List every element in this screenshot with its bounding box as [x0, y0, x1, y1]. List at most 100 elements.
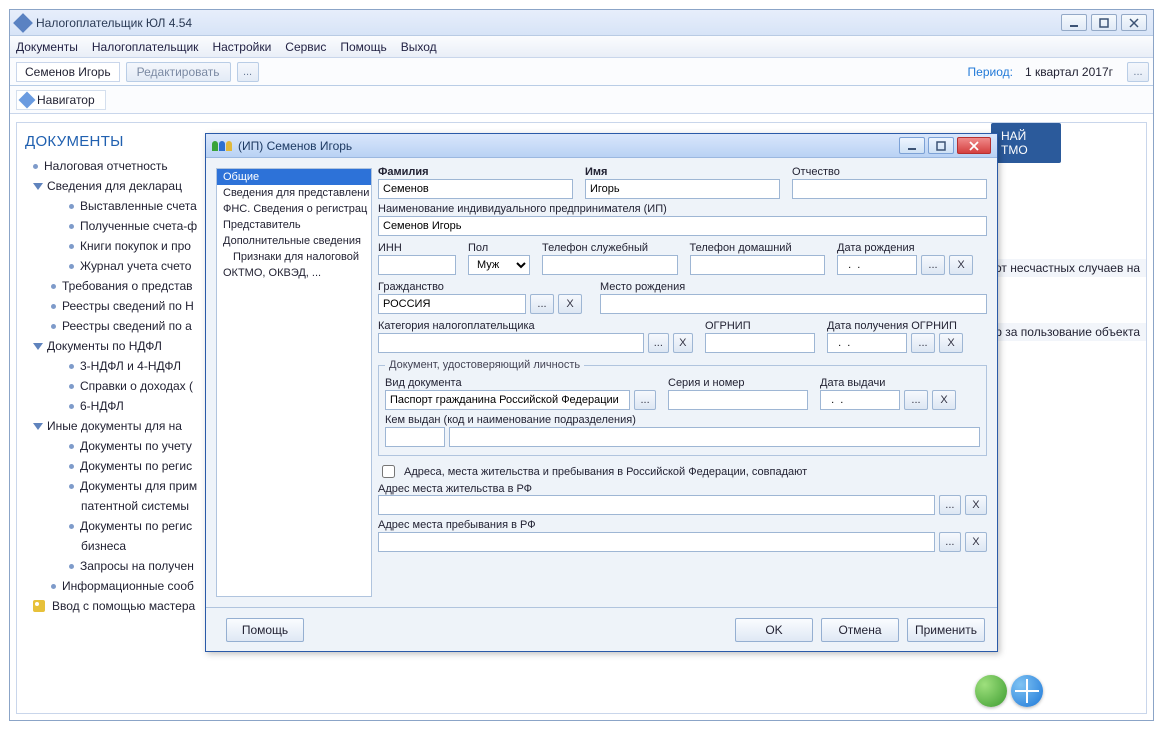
patronymic-field[interactable] [792, 179, 987, 199]
addr-live-pick-button[interactable]: ... [939, 495, 961, 515]
taxpayer-dialog: (ИП) Семенов Игорь Общие Сведения для пр… [205, 133, 998, 652]
doc-issuer-text-field[interactable] [449, 427, 980, 447]
addresses-same-checkbox[interactable] [382, 465, 395, 478]
doc-type-field[interactable] [385, 390, 630, 410]
label-addresses-same: Адреса, места жительства и пребывания в … [404, 466, 807, 478]
label-dob: Дата рождения [837, 242, 987, 254]
dialog-min-button[interactable] [899, 137, 925, 154]
surname-field[interactable] [378, 179, 573, 199]
doc-date-clear-button[interactable]: X [932, 390, 956, 410]
help-button[interactable]: Помощь [226, 618, 304, 642]
doc-date-field[interactable] [820, 390, 900, 410]
ogrnip-date-pick-button[interactable]: ... [911, 333, 935, 353]
navigator-button[interactable]: Навигатор [16, 90, 106, 110]
label-doc-sn: Серия и номер [668, 377, 808, 389]
phone-work-field[interactable] [542, 255, 678, 275]
dialog-tab-flags[interactable]: Признаки для налоговой [217, 249, 371, 265]
inn-field[interactable] [378, 255, 456, 275]
addr-live-field[interactable] [378, 495, 935, 515]
dialog-tab-extra[interactable]: Дополнительные сведения [217, 233, 371, 249]
dob-pick-button[interactable]: ... [921, 255, 945, 275]
windows-icon [1011, 675, 1043, 707]
birthplace-field[interactable] [600, 294, 987, 314]
category-field[interactable] [378, 333, 644, 353]
label-addr-stay: Адрес места пребывания в РФ [378, 519, 987, 531]
citizenship-pick-button[interactable]: ... [530, 294, 554, 314]
dialog-tab-general[interactable]: Общие [217, 169, 371, 185]
period-value: 1 квартал 2017г [1025, 65, 1113, 79]
addr-stay-clear-button[interactable]: X [965, 532, 987, 552]
label-citizenship: Гражданство [378, 281, 588, 293]
ogrnip-date-clear-button[interactable]: X [939, 333, 963, 353]
current-taxpayer: Семенов Игорь [16, 62, 120, 82]
phone-home-field[interactable] [690, 255, 826, 275]
citizenship-clear-button[interactable]: X [558, 294, 582, 314]
navigator-label: Навигатор [37, 93, 95, 107]
dialog-close-button[interactable] [957, 137, 991, 154]
ogrnip-field[interactable] [705, 333, 815, 353]
ip-name-field[interactable] [378, 216, 987, 236]
label-ogrnip-date: Дата получения ОГРНИП [827, 320, 987, 332]
menu-documents[interactable]: Документы [16, 40, 78, 54]
menu-settings[interactable]: Настройки [212, 40, 271, 54]
label-surname: Фамилия [378, 166, 573, 178]
dialog-tab-fns[interactable]: ФНС. Сведения о регистрац [217, 201, 371, 217]
app-title: Налогоплательщик ЮЛ 4.54 [36, 16, 1061, 30]
label-ogrnip: ОГРНИП [705, 320, 815, 332]
doc-date-pick-button[interactable]: ... [904, 390, 928, 410]
label-doc-date: Дата выдачи [820, 377, 980, 389]
label-birthplace: Место рождения [600, 281, 987, 293]
name-field[interactable] [585, 179, 780, 199]
category-pick-button[interactable]: ... [648, 333, 668, 353]
main-titlebar: Налогоплательщик ЮЛ 4.54 [10, 10, 1153, 36]
label-gender: Пол [468, 242, 530, 254]
label-phone-home: Телефон домашний [690, 242, 826, 254]
doc-type-pick-button[interactable]: ... [634, 390, 656, 410]
main-close-button[interactable] [1121, 14, 1147, 31]
cancel-button[interactable]: Отмена [821, 618, 899, 642]
side-tile: НАЙТМО [991, 123, 1061, 163]
toolbar: Семенов Игорь Редактировать ... Период: … [10, 58, 1153, 86]
label-addr-live: Адрес места жительства в РФ [378, 483, 532, 495]
apply-button[interactable]: Применить [907, 618, 985, 642]
main-min-button[interactable] [1061, 14, 1087, 31]
menu-service[interactable]: Сервис [285, 40, 326, 54]
addr-live-clear-button[interactable]: X [965, 495, 987, 515]
navigator-icon [19, 91, 36, 108]
dialog-tab-list: Общие Сведения для представлени ФНС. Све… [216, 168, 372, 597]
category-clear-button[interactable]: X [673, 333, 693, 353]
identity-doc-group: Документ, удостоверяющий личность Вид до… [378, 359, 987, 456]
menu-taxpayer[interactable]: Налогоплательщик [92, 40, 199, 54]
app-icon [13, 13, 33, 33]
dob-field[interactable] [837, 255, 917, 275]
menu-exit[interactable]: Выход [401, 40, 437, 54]
menu-help[interactable]: Помощь [340, 40, 386, 54]
dialog-tab-oktmo[interactable]: ОКТМО, ОКВЭД, ... [217, 265, 371, 281]
key-icon [33, 600, 45, 612]
ogrnip-date-field[interactable] [827, 333, 907, 353]
ok-button[interactable]: OK [735, 618, 813, 642]
dialog-tab-repr[interactable]: Представитель [217, 217, 371, 233]
addr-stay-field[interactable] [378, 532, 935, 552]
os-badges [975, 675, 1043, 707]
addr-stay-pick-button[interactable]: ... [939, 532, 961, 552]
label-doc-type: Вид документа [385, 377, 656, 389]
more-button[interactable]: ... [237, 62, 259, 82]
main-max-button[interactable] [1091, 14, 1117, 31]
dialog-max-button[interactable] [928, 137, 954, 154]
dialog-tab-submit[interactable]: Сведения для представлени [217, 185, 371, 201]
label-ip-name: Наименование индивидуального предпринима… [378, 203, 987, 215]
dialog-form: Фамилия Имя Отчество Наименование индиви… [372, 158, 997, 607]
citizenship-field[interactable] [378, 294, 526, 314]
dob-clear-button[interactable]: X [949, 255, 973, 275]
period-more-button[interactable]: ... [1127, 62, 1149, 82]
label-category: Категория налогоплательщика [378, 320, 693, 332]
edit-button[interactable]: Редактировать [126, 62, 231, 82]
main-menubar: Документы Налогоплательщик Настройки Сер… [10, 36, 1153, 58]
navigator-bar: Навигатор [10, 86, 1153, 114]
dialog-footer: Помощь OK Отмена Применить [206, 607, 997, 651]
doc-issuer-code-field[interactable] [385, 427, 445, 447]
gender-select[interactable]: Муж [468, 255, 530, 275]
doc-sn-field[interactable] [668, 390, 808, 410]
label-doc-issuer: Кем выдан (код и наименование подразделе… [385, 414, 980, 426]
